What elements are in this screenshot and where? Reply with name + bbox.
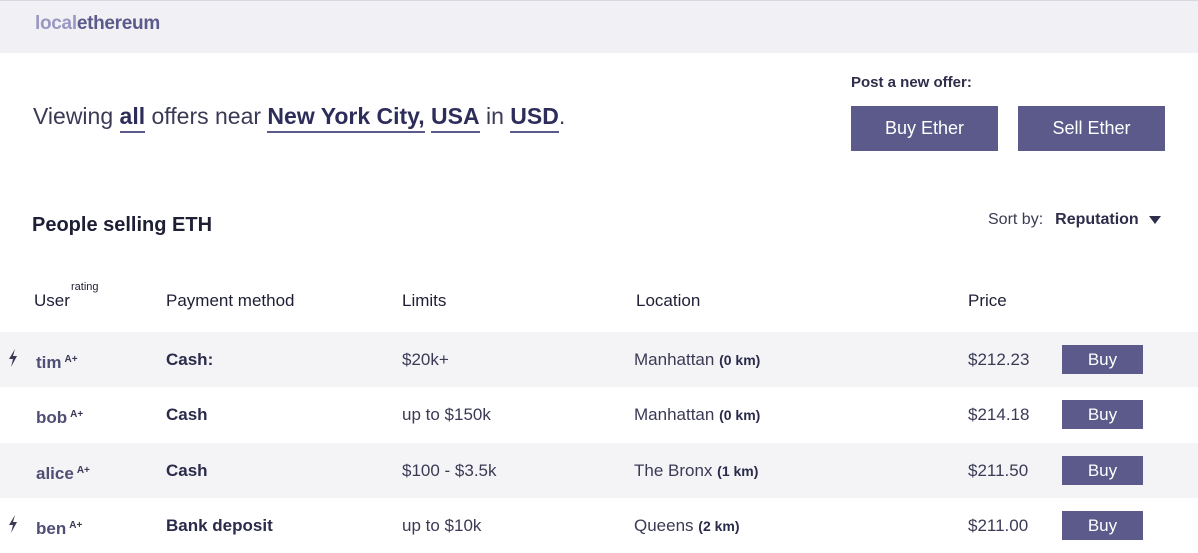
column-header-rating: rating — [71, 281, 99, 293]
column-header-user: User — [34, 291, 70, 310]
sell-ether-button[interactable]: Sell Ether — [1018, 106, 1165, 151]
buy-ether-button[interactable]: Buy Ether — [851, 106, 998, 151]
column-header-location: Location — [636, 291, 701, 310]
city-selector[interactable]: New York City, — [267, 103, 425, 133]
user-name-text: alice — [36, 464, 74, 483]
user-rating: A+ — [70, 409, 84, 420]
buy-button[interactable]: Buy — [1062, 345, 1143, 374]
filter-prefix: Viewing — [33, 103, 114, 129]
user-name[interactable]: alice A+ — [36, 464, 90, 484]
sort-value[interactable]: Reputation — [1055, 211, 1139, 229]
location: Manhattan (0 km) — [634, 405, 760, 425]
currency-selector[interactable]: USD — [510, 103, 559, 133]
logo-local: local — [35, 13, 77, 34]
buy-button[interactable]: Buy — [1062, 400, 1143, 429]
column-header-payment-method: Payment method — [166, 291, 295, 310]
buy-button[interactable]: Buy — [1062, 511, 1143, 540]
offer-scope-selector[interactable]: all — [119, 103, 146, 133]
user-name[interactable]: ben A+ — [36, 519, 82, 539]
top-bar: localethereum — [0, 0, 1198, 53]
location: Manhattan (0 km) — [634, 350, 760, 370]
location: The Bronx (1 km) — [634, 461, 758, 481]
location-distance: (2 km) — [698, 518, 740, 534]
country-selector[interactable]: USA — [431, 103, 480, 133]
table-row[interactable]: bob A+ Cash up to $150k Manhattan (0 km) $214… — [0, 387, 1198, 442]
filter-middle: offers near — [151, 103, 262, 129]
location-distance: (1 km) — [717, 463, 759, 479]
payment-method: Cash: — [166, 350, 214, 369]
location-distance: (0 km) — [719, 352, 761, 368]
lightning-bolt-icon — [9, 515, 17, 533]
user-rating: A+ — [69, 520, 83, 531]
sort-label: Sort by: — [988, 211, 1044, 228]
location-name: Manhattan — [634, 350, 715, 369]
user-name-text: ben — [36, 519, 67, 538]
location-name: Manhattan — [634, 405, 715, 424]
app-logo[interactable]: localethereum — [35, 13, 160, 35]
location-name: The Bronx — [634, 461, 713, 480]
buy-button[interactable]: Buy — [1062, 456, 1143, 485]
payment-method: Cash — [166, 405, 208, 424]
table-row[interactable]: alice A+ Cash $100 - $3.5k The Bronx (1 km) $… — [0, 443, 1198, 498]
caret-down-icon[interactable] — [1148, 216, 1161, 224]
post-offer-label: Post a new offer: — [851, 74, 972, 91]
lightning-bolt-icon — [9, 349, 17, 367]
location-name: Queens — [634, 516, 694, 535]
table-row[interactable]: ben A+ Bank deposit up to $10k Queens (2 km)… — [0, 498, 1198, 553]
user-name-text: tim — [36, 353, 62, 372]
price: $212.23 — [968, 350, 1030, 369]
location: Queens (2 km) — [634, 516, 740, 536]
trade-limits: up to $10k — [402, 516, 482, 535]
filter-in-word: in — [485, 103, 504, 129]
user-name[interactable]: bob A+ — [36, 408, 83, 428]
payment-method: Cash — [166, 461, 208, 480]
user-rating: A+ — [76, 465, 90, 476]
payment-method: Bank deposit — [166, 516, 273, 535]
price: $211.50 — [968, 461, 1029, 480]
column-header-price: Price — [968, 291, 1007, 310]
price: $211.00 — [968, 516, 1029, 535]
trade-limits: $20k+ — [402, 350, 449, 369]
user-rating: A+ — [64, 354, 78, 365]
location-distance: (0 km) — [719, 407, 761, 423]
trade-limits: $100 - $3.5k — [402, 461, 497, 480]
price: $214.18 — [968, 405, 1030, 424]
column-header-limits: Limits — [402, 291, 447, 310]
user-name[interactable]: tim A+ — [36, 353, 78, 373]
user-name-text: bob — [36, 408, 68, 427]
location-filter-sentence: Viewing all offers near New York City, U… — [33, 103, 566, 133]
trade-limits: up to $150k — [402, 405, 491, 424]
section-title: People selling ETH — [32, 214, 213, 236]
sort-control[interactable]: Sort by: Reputation — [988, 211, 1161, 229]
logo-ethereum: ethereum — [76, 13, 160, 34]
filter-suffix: . — [558, 103, 566, 129]
table-row[interactable]: tim A+ Cash: $20k+ Manhattan (0 km) $212.23 Bu… — [0, 332, 1198, 387]
